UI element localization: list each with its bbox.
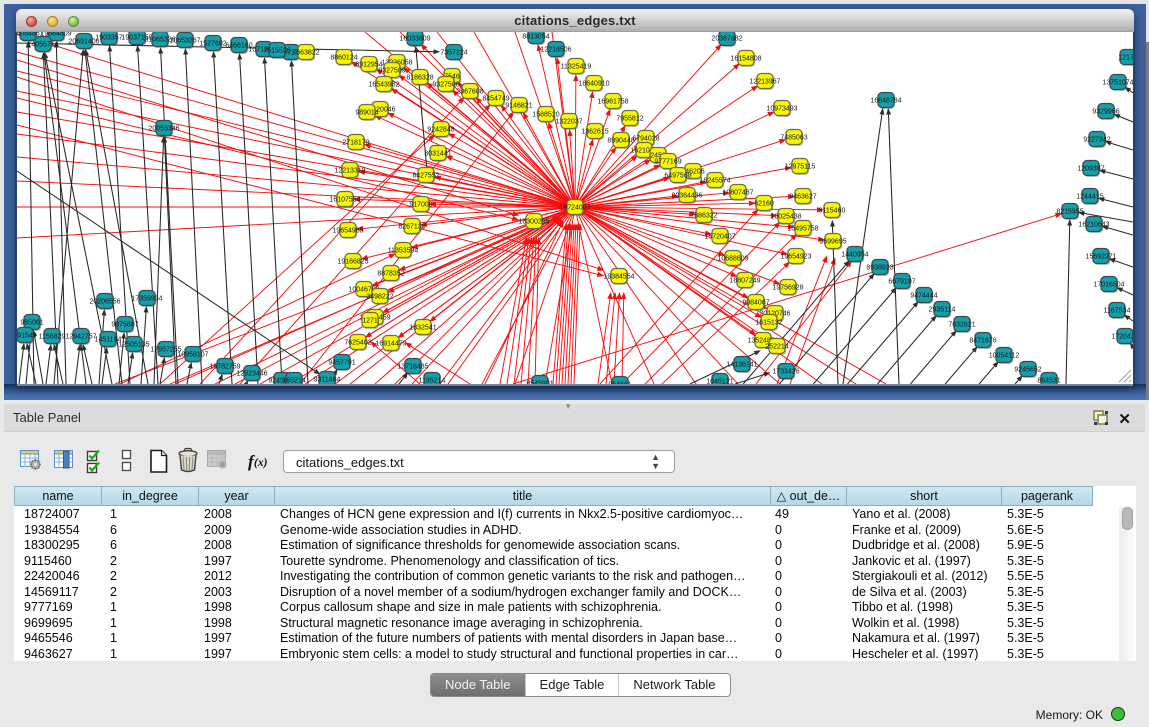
svg-text:(x): (x): [254, 457, 268, 469]
